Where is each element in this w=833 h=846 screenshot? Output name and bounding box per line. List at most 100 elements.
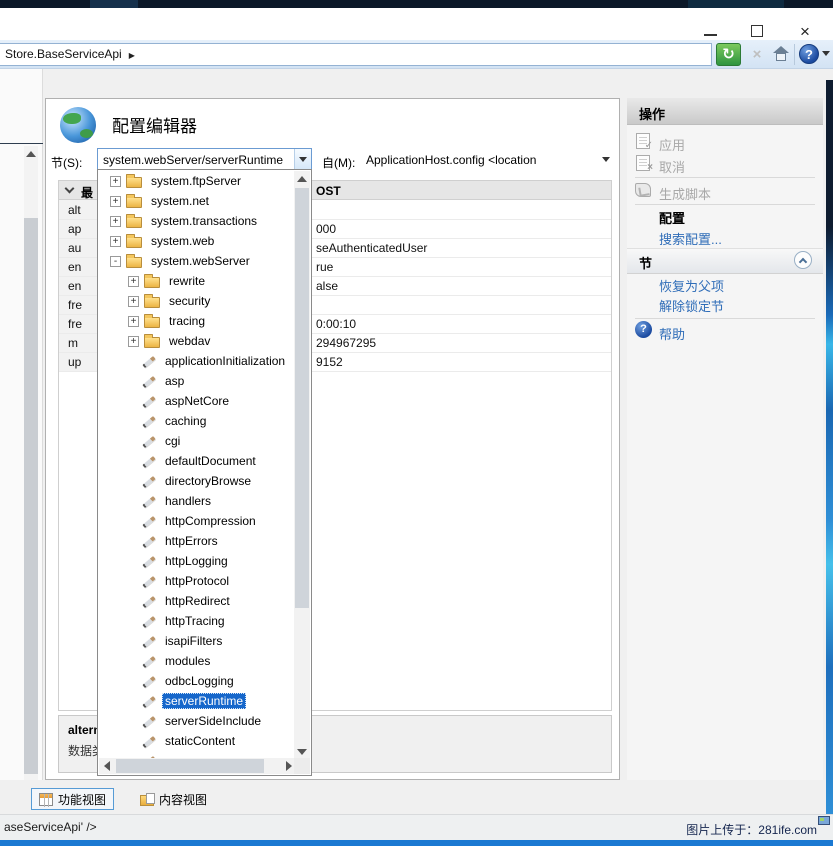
pencil-icon: [141, 514, 156, 529]
address-input[interactable]: Store.BaseServiceApi▶: [0, 43, 712, 66]
tree-item[interactable]: aspNetCore: [99, 391, 296, 411]
tree-item[interactable]: httpErrors: [99, 531, 296, 551]
tree-item[interactable]: + webdav: [99, 331, 296, 351]
tree-item[interactable]: + tracing: [99, 311, 296, 331]
tree-item[interactable]: caching: [99, 411, 296, 431]
tree-item-label: system.ftpServer: [148, 173, 244, 189]
tree-item[interactable]: serverSideInclude: [99, 711, 296, 731]
pencil-icon: [141, 554, 156, 569]
section-combobox-button[interactable]: [294, 149, 311, 170]
top-strip-decor: [90, 0, 138, 8]
tree-item[interactable]: - system.webServer: [99, 251, 296, 271]
address-bar: Store.BaseServiceApi▶: [0, 40, 833, 69]
tree-item[interactable]: httpProtocol: [99, 571, 296, 591]
help-button[interactable]: ?: [799, 44, 819, 64]
expander-icon[interactable]: +: [110, 216, 121, 227]
tree-item[interactable]: defaultDocument: [99, 451, 296, 471]
tree-item[interactable]: + system.transactions: [99, 211, 296, 231]
tree-item[interactable]: odbcLogging: [99, 671, 296, 691]
maximize-icon: [751, 25, 763, 37]
tree-item[interactable]: cgi: [99, 431, 296, 451]
tree-item-label: system.webServer: [148, 253, 253, 269]
unlock-section-link[interactable]: 解除锁定节: [659, 296, 724, 315]
tree-item[interactable]: + system.ftpServer: [99, 171, 296, 191]
tree-item-label: serverRuntime: [162, 693, 246, 709]
tree-item-label: staticContent: [162, 733, 238, 749]
tree-item[interactable]: + system.net: [99, 191, 296, 211]
tree-item[interactable]: serverRuntime: [99, 691, 296, 711]
tree-item-label: system.net: [148, 193, 212, 209]
home-button[interactable]: [772, 45, 791, 64]
help-link[interactable]: 帮助: [659, 324, 685, 343]
maximize-button[interactable]: [744, 22, 770, 41]
tree-item[interactable]: isapiFilters: [99, 631, 296, 651]
expander-icon[interactable]: +: [110, 196, 121, 207]
minimize-button[interactable]: [698, 22, 724, 41]
expander-icon[interactable]: -: [110, 256, 121, 267]
collapse-chevron-icon[interactable]: [65, 184, 75, 194]
tree-list: + system.ftpServer + system.net + system…: [99, 171, 296, 760]
property-value-fragment: 0:00:10: [316, 317, 356, 331]
page-title: 配置编辑器: [112, 112, 197, 137]
expander-icon[interactable]: +: [128, 316, 139, 327]
tree-item[interactable]: staticContent: [99, 731, 296, 751]
tree-item[interactable]: + system.web: [99, 231, 296, 251]
tree-item[interactable]: + rewrite: [99, 271, 296, 291]
description-title-fragment: altern: [68, 723, 101, 737]
refresh-icon: ↻: [722, 46, 735, 63]
pencil-icon: [141, 354, 156, 369]
tree-item-label: serverSideInclude: [162, 713, 264, 729]
tree-item[interactable]: httpCompression: [99, 511, 296, 531]
revert-to-parent-link[interactable]: 恢复为父项: [659, 276, 724, 295]
tree-vertical-scrollbar[interactable]: [294, 171, 310, 760]
scroll-up-icon[interactable]: [26, 151, 36, 157]
generate-script-button: 生成脚本: [659, 184, 711, 203]
property-value-fragment: seAuthenticatedUser: [316, 241, 427, 255]
tree-item[interactable]: applicationInitialization: [99, 351, 296, 371]
breadcrumb-arrow-icon[interactable]: ▶: [129, 45, 135, 66]
horizontal-scroll-thumb[interactable]: [116, 759, 264, 773]
home-icon: [776, 53, 786, 61]
scroll-left-button[interactable]: [99, 758, 115, 774]
tab-content-view[interactable]: 内容视图: [133, 788, 214, 810]
search-config-link[interactable]: 搜索配置...: [659, 229, 722, 248]
tree-item-label: httpRedirect: [162, 593, 233, 609]
top-strip-decor: [688, 0, 784, 8]
folder-icon: [126, 197, 142, 208]
chevron-up-icon: [799, 258, 807, 266]
tree-horizontal-scrollbar[interactable]: [99, 758, 296, 774]
expander-icon[interactable]: +: [128, 336, 139, 347]
tree-item[interactable]: + security: [99, 291, 296, 311]
pencil-icon: [141, 674, 156, 689]
close-button[interactable]: ×: [792, 22, 818, 41]
pencil-icon: [141, 414, 156, 429]
tree-item[interactable]: asp: [99, 371, 296, 391]
tree-item-label: asp: [162, 373, 187, 389]
tree-item[interactable]: httpTracing: [99, 611, 296, 631]
expander-icon[interactable]: +: [128, 276, 139, 287]
go-button[interactable]: ↻: [716, 43, 741, 66]
tree-item[interactable]: modules: [99, 651, 296, 671]
section-combobox-value: system.webServer/serverRuntime: [103, 153, 293, 167]
expander-icon[interactable]: +: [128, 296, 139, 307]
tab-features-view[interactable]: 功能视图: [31, 788, 114, 810]
scroll-up-button[interactable]: [294, 171, 310, 187]
help-icon: ?: [805, 47, 813, 62]
tree-item[interactable]: handlers: [99, 491, 296, 511]
from-combobox[interactable]: ApplicationHost.config <location: [366, 153, 536, 167]
tree-item-label: security: [166, 293, 213, 309]
from-label: 自(M):: [322, 154, 355, 171]
collapse-section-button[interactable]: [794, 251, 812, 269]
expander-icon[interactable]: +: [110, 176, 121, 187]
help-dropdown-caret-icon[interactable]: [822, 51, 830, 56]
vertical-scroll-thumb[interactable]: [295, 188, 309, 608]
tree-item[interactable]: directoryBrowse: [99, 471, 296, 491]
tree-item[interactable]: httpRedirect: [99, 591, 296, 611]
left-scrollbar-thumb[interactable]: [24, 218, 38, 774]
from-chevron-down-icon[interactable]: [602, 157, 610, 162]
apply-icon: ✓: [636, 133, 650, 149]
section-combobox[interactable]: system.webServer/serverRuntime: [97, 148, 312, 171]
panel-divider: [0, 143, 43, 144]
expander-icon[interactable]: +: [110, 236, 121, 247]
tree-item[interactable]: httpLogging: [99, 551, 296, 571]
